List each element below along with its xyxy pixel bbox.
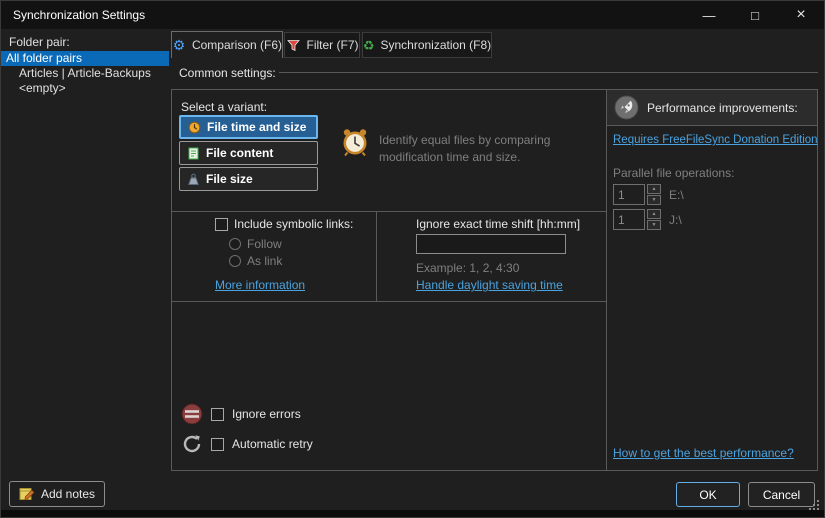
tab-synchronization-label: Synchronization (F8) — [380, 38, 491, 52]
variant-file-size[interactable]: File size — [179, 167, 318, 191]
time-shift-input[interactable] — [416, 234, 566, 254]
file-content-icon — [187, 147, 200, 160]
folder-item-empty[interactable]: <empty> — [1, 81, 169, 96]
performance-panel-divider — [606, 89, 607, 471]
add-notes-button[interactable]: Add notes — [9, 481, 105, 507]
performance-header: Performance improvements: — [606, 89, 818, 126]
common-settings-label: Common settings: — [179, 66, 276, 80]
parallel-operations-label: Parallel file operations: — [613, 166, 734, 180]
tab-comparison-label: Comparison (F6) — [192, 38, 282, 52]
as-link-radio[interactable] — [229, 255, 241, 267]
close-icon: × — [796, 6, 805, 24]
resize-grip[interactable] — [808, 499, 820, 514]
ignore-errors-label: Ignore errors — [232, 407, 301, 421]
spinner-1: ▲ ▼ — [647, 184, 661, 205]
follow-radio[interactable] — [229, 238, 241, 250]
spin-down-icon: ▼ — [652, 197, 657, 203]
symlink-section-top-divider — [171, 211, 606, 212]
close-button[interactable]: × — [778, 1, 824, 29]
spin-down-icon: ▼ — [652, 222, 657, 228]
common-settings-separator — [279, 72, 818, 73]
as-link-radio-row: As link — [229, 254, 282, 268]
spinner-2: ▲ ▼ — [647, 209, 661, 230]
symlink-section-bottom-divider — [171, 301, 606, 302]
alarm-clock-icon — [340, 127, 370, 160]
spin-up-icon: ▲ — [652, 186, 657, 192]
parallel-ops-input-2[interactable] — [613, 209, 645, 230]
variant-file-content[interactable]: File content — [179, 141, 318, 165]
include-symlinks-label: Include symbolic links: — [234, 217, 353, 231]
include-symlinks-row: Include symbolic links: — [215, 217, 353, 231]
include-symlinks-checkbox[interactable] — [215, 218, 228, 231]
synchronization-arrows-icon: ♻ — [363, 38, 375, 53]
more-information-link[interactable]: More information — [215, 278, 305, 292]
select-variant-label: Select a variant: — [181, 100, 267, 114]
spin-down-button[interactable]: ▼ — [647, 195, 661, 205]
automatic-retry-row: Automatic retry — [181, 433, 313, 455]
clock-pencil-icon — [188, 121, 201, 134]
cancel-button[interactable]: Cancel — [748, 482, 815, 507]
spin-up-button[interactable]: ▲ — [647, 209, 661, 219]
ignore-errors-icon — [181, 403, 203, 425]
window-bottom-edge — [1, 510, 824, 517]
time-shift-example: Example: 1, 2, 4:30 — [416, 261, 519, 275]
filter-funnel-icon — [286, 38, 301, 53]
folder-item-articles[interactable]: Articles | Article-Backups — [1, 66, 169, 81]
comparison-gear-icon: ⚙ — [172, 38, 186, 53]
ok-button[interactable]: OK — [676, 482, 740, 507]
symlink-timeshift-divider — [376, 211, 377, 301]
variant-description: Identify equal files by comparing modifi… — [379, 132, 597, 167]
ignore-errors-row: Ignore errors — [181, 403, 301, 425]
tab-filter[interactable]: Filter (F7) — [284, 32, 360, 58]
ignore-errors-checkbox[interactable] — [211, 408, 224, 421]
drive-label-e: E:\ — [669, 188, 684, 202]
spin-up-icon: ▲ — [652, 211, 657, 217]
window-title: Synchronization Settings — [13, 8, 145, 22]
follow-label: Follow — [247, 237, 282, 251]
tab-filter-label: Filter (F7) — [307, 38, 359, 52]
variant-file-time-and-size[interactable]: File time and size — [179, 115, 318, 139]
minimize-button[interactable]: — — [686, 1, 732, 29]
folder-item-all-folder-pairs[interactable]: All folder pairs — [1, 51, 169, 66]
variant-label: File content — [206, 146, 273, 160]
tab-comparison[interactable]: ⚙ Comparison (F6) — [171, 31, 283, 58]
spin-down-button[interactable]: ▼ — [647, 220, 661, 230]
automatic-retry-label: Automatic retry — [232, 437, 313, 451]
as-link-label: As link — [247, 254, 282, 268]
maximize-icon: □ — [751, 8, 759, 23]
automatic-retry-checkbox[interactable] — [211, 438, 224, 451]
ok-button-label: OK — [699, 488, 716, 502]
variant-label: File size — [206, 172, 253, 186]
maximize-button[interactable]: □ — [732, 1, 778, 29]
parallel-ops-row-2: ▲ ▼ J:\ — [613, 209, 682, 230]
notes-icon — [19, 486, 35, 502]
best-performance-link[interactable]: How to get the best performance? — [613, 446, 794, 460]
spin-up-button[interactable]: ▲ — [647, 184, 661, 194]
titlebar[interactable]: Synchronization Settings — □ × — [1, 1, 824, 29]
performance-header-label: Performance improvements: — [647, 101, 798, 115]
variant-label: File time and size — [207, 120, 306, 134]
window-controls: — □ × — [686, 1, 824, 29]
parallel-ops-input-1[interactable] — [613, 184, 645, 205]
automatic-retry-icon — [181, 433, 203, 455]
add-notes-label: Add notes — [41, 487, 95, 501]
time-shift-label: Ignore exact time shift [hh:mm] — [416, 217, 580, 231]
follow-radio-row: Follow — [229, 237, 282, 251]
drive-label-j: J:\ — [669, 213, 682, 227]
donation-edition-link[interactable]: Requires FreeFileSync Donation Edition — [613, 134, 818, 146]
file-size-scale-icon — [187, 173, 200, 186]
synchronization-settings-dialog: Synchronization Settings — □ × Folder pa… — [0, 0, 825, 518]
rocket-icon — [614, 95, 639, 120]
folder-pair-label: Folder pair: — [9, 35, 70, 49]
minimize-icon: — — [703, 8, 716, 23]
daylight-saving-link[interactable]: Handle daylight saving time — [416, 278, 563, 292]
cancel-button-label: Cancel — [763, 488, 800, 502]
tab-synchronization[interactable]: ♻ Synchronization (F8) — [362, 32, 492, 58]
parallel-ops-row-1: ▲ ▼ E:\ — [613, 184, 684, 205]
